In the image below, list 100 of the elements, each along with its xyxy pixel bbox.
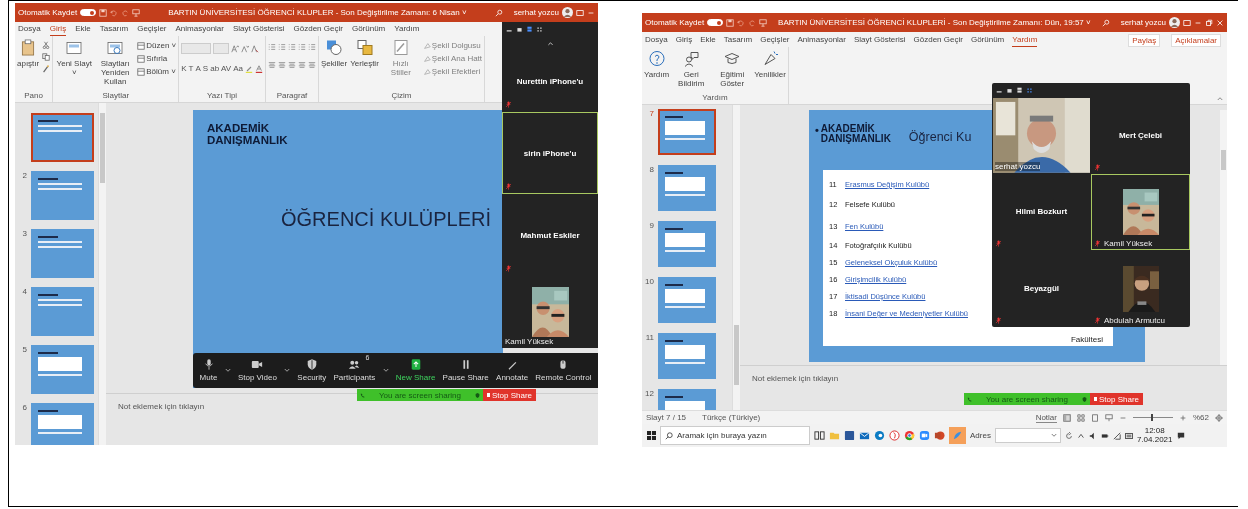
scrollbar[interactable] [1220,110,1227,365]
format-button[interactable]: ab [210,64,220,73]
new-button[interactable]: Yenilikler [754,50,786,80]
ribbon-tab[interactable]: Görünüm [970,33,1005,47]
shape-effects-button[interactable]: Şekil Efektleri [422,67,483,76]
pen-icon[interactable] [506,359,519,370]
slide-thumbnail[interactable] [658,333,716,379]
training-button[interactable]: Eğitimi Göster [713,50,752,89]
copy-icon[interactable] [42,53,51,61]
undo-icon[interactable] [737,18,746,27]
arrange-button[interactable]: Yerleştir [350,39,379,69]
participant-tile[interactable]: Abdulah Armutcu [1091,250,1190,327]
slide-thumbnail[interactable] [31,345,94,394]
font-name-field[interactable] [181,43,212,54]
save-icon[interactable] [99,8,108,17]
align-icon[interactable] [267,61,276,69]
feedback-button[interactable]: Geri Bildirim [672,50,711,89]
avatar-icon[interactable] [562,7,573,18]
align-icon[interactable] [277,61,286,69]
quick-styles-icon[interactable] [392,39,409,56]
slide-icon[interactable] [107,39,124,56]
shield-button[interactable]: Security [297,359,327,382]
scissors-icon[interactable] [42,41,51,49]
speaker-icon[interactable] [1088,431,1097,440]
caret-icon[interactable] [1050,433,1057,438]
shield-icon[interactable] [305,359,318,370]
slide-thumbnail[interactable] [31,403,94,445]
ribbon-display-icon[interactable] [576,8,584,17]
search-icon[interactable] [1101,18,1110,27]
search-field[interactable]: Aramak için buraya yazın [677,427,809,444]
fit-icon[interactable] [1215,413,1223,422]
list-icon[interactable] [307,43,316,51]
presentation-icon[interactable] [132,8,141,17]
stop-share-button[interactable]: Stop Share [1090,393,1143,405]
plus-icon[interactable] [1179,413,1187,422]
word-icon[interactable] [844,430,855,441]
section-button[interactable]: Bölüm ˅ [137,67,177,76]
clock-time[interactable]: 12:08 [1144,426,1165,436]
ribbon-tab[interactable]: Animasyonlar [797,33,846,47]
speaker-view-icon[interactable] [526,25,533,33]
ribbon-tab[interactable]: Ekle [75,22,91,36]
autosave-toggle[interactable] [80,9,97,16]
participant-tile[interactable]: sirin iPhone'u [502,112,598,194]
participant-tile[interactable]: Beyazgül [992,250,1091,327]
share-button[interactable]: Paylaş [1128,33,1161,47]
slide-icon[interactable] [66,39,83,56]
notification-icon[interactable] [1176,431,1185,440]
ribbon-tab[interactable]: Ekle [700,33,716,47]
ribbon-tab[interactable]: Animasyonlar [175,22,224,36]
mic-icon[interactable] [202,359,215,370]
speaker-view-icon[interactable] [1016,86,1023,94]
mail-icon[interactable] [859,430,870,441]
ribbon-tab[interactable]: Slayt Gösterisi [853,33,906,47]
slide-thumbnail[interactable] [658,165,716,211]
restore-icon[interactable] [1205,18,1213,27]
reset-icon[interactable] [137,54,146,63]
grow-font-icon[interactable] [231,44,240,53]
edge-icon[interactable] [874,430,885,441]
format-button[interactable]: Aa [233,64,243,73]
save-icon[interactable] [726,18,735,27]
ribbon-tab[interactable]: Gözden Geçir [293,22,343,36]
shapes-button[interactable]: Şekiller [320,39,348,69]
format-button[interactable]: K [181,64,187,73]
format-button[interactable]: AV [221,64,232,73]
ribbon-display-icon[interactable] [1183,18,1191,27]
new-slide-button[interactable]: Yeni Slayt ˅ [55,39,94,78]
redo-icon[interactable] [121,8,130,17]
camera-icon[interactable] [251,359,264,370]
quick-styles-button[interactable]: Hızlı Stiller [381,39,420,78]
normal-view-icon[interactable] [1063,413,1071,422]
search-icon[interactable] [494,8,503,17]
clock-date[interactable]: 7.04.2021 [1136,435,1173,445]
participant-tile[interactable]: Mert Çelebi [1091,97,1190,174]
participant-tile[interactable]: Kamil Yüksek [502,276,598,348]
reading-view-icon[interactable] [1091,413,1099,422]
participant-tile[interactable]: Mahmut Eskiler [502,194,598,276]
training-icon[interactable] [724,50,741,67]
mouse-button[interactable]: Remote Control [535,359,592,382]
notes-button[interactable]: Notlar [1035,412,1057,423]
participant-tile[interactable]: serhat yozcu [992,97,1091,174]
ribbon-tab[interactable]: Geçişler [137,22,167,36]
shape-fill-button[interactable]: Şekil Dolgusu [422,41,483,50]
format-button[interactable]: A [195,64,201,73]
redo-icon[interactable] [748,18,757,27]
windows-logo-icon[interactable] [647,431,656,440]
slide-thumbnail[interactable] [31,229,94,278]
grid-icon[interactable] [1077,413,1085,422]
notes-placeholder[interactable]: Not eklemek için tıklayın [752,374,839,383]
ribbon-tab[interactable]: Yardım [1012,33,1038,47]
arrange-icon[interactable] [356,39,373,56]
slide-thumbnail[interactable] [658,277,716,323]
font-color-icon[interactable] [254,64,263,73]
ribbon-tab[interactable]: Dosya [645,33,668,47]
shrink-font-icon[interactable] [241,44,250,53]
collapse-ribbon-icon[interactable] [1217,96,1223,101]
chevron-up-icon[interactable] [1076,431,1085,440]
chevron-up-icon[interactable] [546,39,554,47]
ribbon-tab[interactable]: Görünüm [351,22,386,36]
share-icon[interactable] [409,359,422,370]
slide-thumbnail[interactable] [31,287,94,336]
